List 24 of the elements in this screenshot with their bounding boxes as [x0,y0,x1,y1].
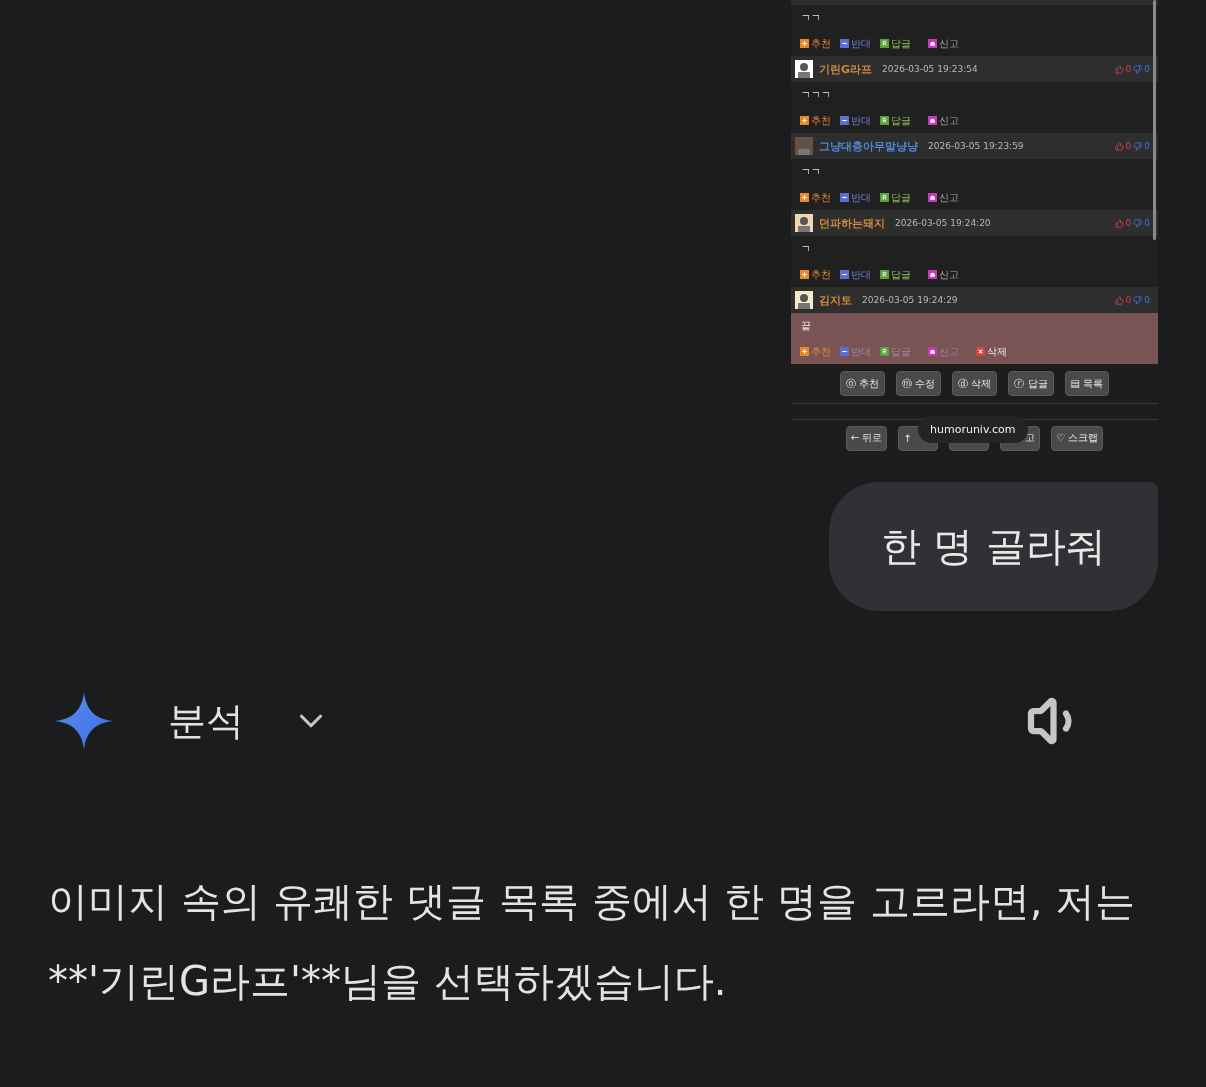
upvote-count: 0 [1125,218,1132,228]
upvote-count: 0 [1125,141,1132,151]
response-title: 분석 [168,697,244,745]
comment-text: ㄱ [801,242,811,256]
downvote-count: 0 [1144,295,1150,305]
commenter-name: 그냥대충아무말냥냥 [819,138,918,154]
downvote-count: 0 [1144,64,1150,74]
comment-date: 2026-03-05 19:24:29 [862,295,958,305]
comment-date: 2026-03-05 19:23:54 [882,64,978,74]
comment-date: 2026-03-05 19:23:59 [928,141,1024,151]
commenter-name: 김지토 [819,292,852,308]
response-paragraph: 이미지 속의 유쾌한 댓글 목록 중에서 한 명을 고르라면, 저는 **'기린G라프'**님을 선택하겠습니다. [48,877,1137,1006]
comment-date: 2026-03-05 19:24:20 [895,218,991,228]
comment-text: ㄱㄱ [801,165,821,179]
user-message: 한 명 골라줘 [829,482,1158,611]
commenter-name: 기린G라프 [819,61,873,77]
upvote-count: 0 [1125,295,1132,305]
upvote-count: 0 [1125,64,1132,74]
comment-text: 끝 [801,319,811,333]
downvote-count: 0 [1144,141,1150,151]
comment-text: ㄱㄱㄱ [801,88,831,102]
comment-text: ㄱㄱ [801,11,821,25]
downvote-count: 0 [1144,218,1150,228]
commenter-name: 던파하는돼지 [819,215,885,231]
